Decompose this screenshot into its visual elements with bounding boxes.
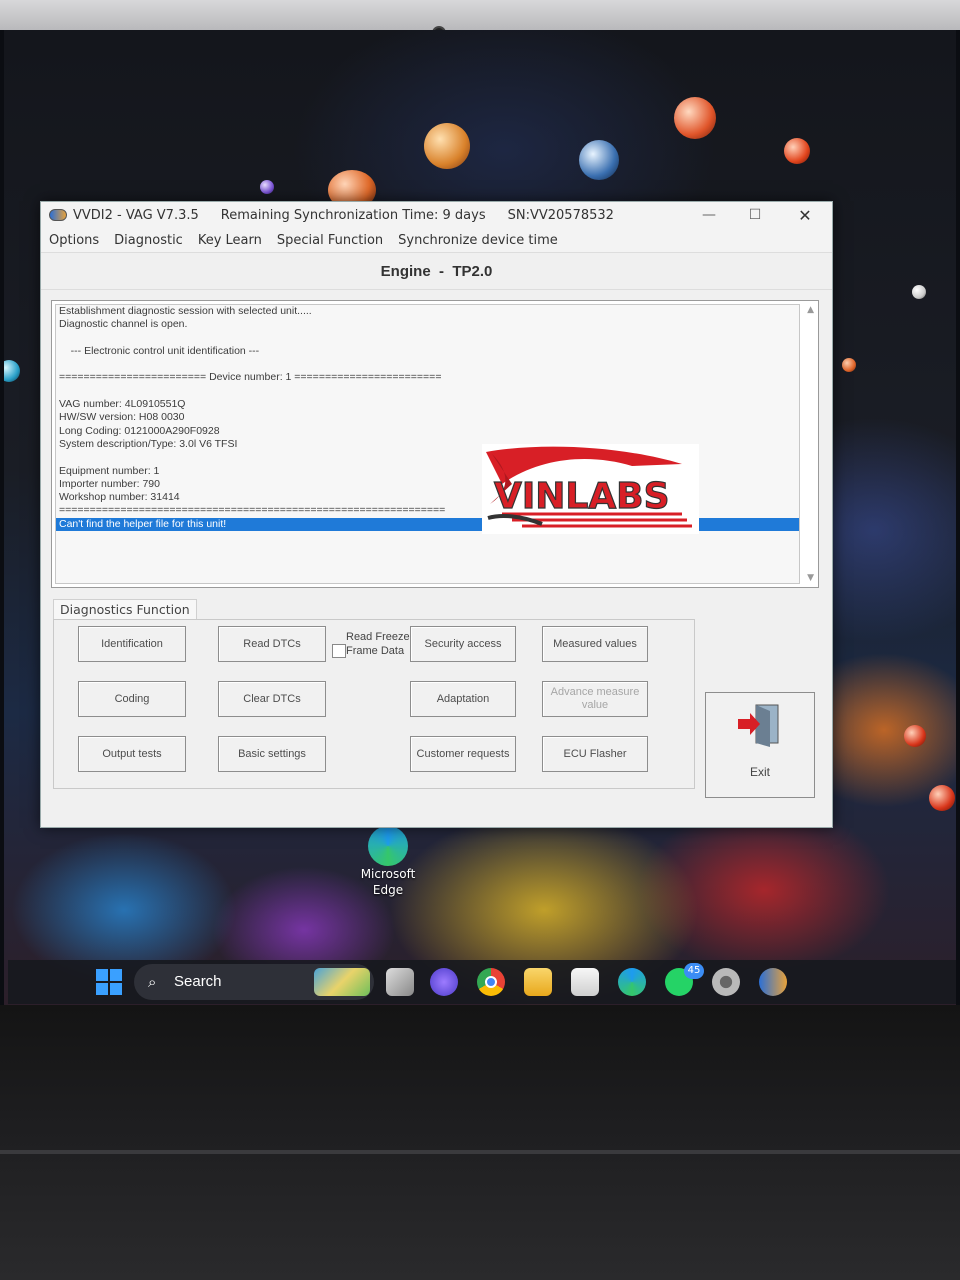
app-title: VVDI2 - VAG V7.3.5 [73, 207, 199, 223]
log-line[interactable]: ======================== Device number: … [56, 371, 799, 384]
exit-label: Exit [749, 765, 770, 779]
output-tests-button[interactable]: Output tests [78, 736, 186, 772]
wallpaper-marble [674, 97, 716, 139]
exit-door-icon [738, 704, 779, 747]
module-header: Engine - TP2.0 [41, 252, 832, 290]
wallpaper-marble [424, 123, 470, 169]
vvdi2-app-icon [49, 209, 67, 221]
scroll-down-arrow-icon[interactable]: ▼ [807, 573, 814, 583]
teams-chat-icon[interactable] [430, 968, 458, 996]
windows-start-icon[interactable] [96, 969, 122, 995]
watermark-text: VINLABS [494, 476, 670, 517]
laptop-bezel-top [0, 0, 960, 30]
customer-requests-button[interactable]: Customer requests [410, 736, 516, 772]
diagnostics-function-group: Diagnostics Function Identification Read… [49, 599, 695, 789]
identification-button[interactable]: Identification [78, 626, 186, 662]
read-freeze-frame-checkbox[interactable] [332, 644, 346, 658]
wallpaper-marble [842, 358, 856, 372]
menu-synchronize-device-time[interactable]: Synchronize device time [398, 233, 558, 248]
menu-key-learn[interactable]: Key Learn [198, 233, 262, 248]
log-line[interactable]: Diagnostic channel is open. [56, 318, 799, 331]
minimize-button[interactable]: — [687, 202, 731, 228]
weather-widget-icon[interactable] [314, 968, 370, 996]
close-button[interactable]: ✕ [783, 202, 827, 228]
diagnostics-buttons-panel: Identification Read DTCs Read Freeze Fra… [53, 619, 695, 789]
edge-icon[interactable] [618, 968, 646, 996]
microsoft-store-icon[interactable] [571, 968, 599, 996]
search-icon: ⌕ [148, 973, 157, 991]
wallpaper-marble [4, 360, 20, 382]
wallpaper-marble [929, 785, 955, 811]
adaptation-button[interactable]: Adaptation [410, 681, 516, 717]
log-line[interactable]: VAG number: 4L0910551Q [56, 398, 799, 411]
wallpaper-marble [784, 138, 810, 164]
vvdi2-app-icon[interactable] [759, 968, 787, 996]
log-line[interactable] [56, 358, 799, 371]
exit-button[interactable]: Exit [705, 692, 815, 798]
search-label: Search [174, 973, 222, 990]
log-line[interactable]: Long Coding: 0121000A290F0928 [56, 425, 799, 438]
menu-bar: Options Diagnostic Key Learn Special Fun… [41, 228, 832, 252]
basic-settings-button[interactable]: Basic settings [218, 736, 326, 772]
wallpaper-marble [579, 140, 619, 180]
vvdi2-window: VVDI2 - VAG V7.3.5 Remaining Synchroniza… [40, 201, 833, 828]
file-explorer-icon[interactable] [524, 968, 552, 996]
log-line[interactable]: Establishment diagnostic session with se… [56, 305, 799, 318]
coding-button[interactable]: Coding [78, 681, 186, 717]
taskbar: ⌕ Search 45 [8, 960, 956, 1004]
chrome-icon[interactable] [477, 968, 505, 996]
read-freeze-frame-label: Read Freeze Frame Data [346, 631, 410, 657]
wallpaper-marble [912, 285, 926, 299]
whatsapp-unread-badge: 45 [684, 963, 704, 979]
menu-options[interactable]: Options [49, 233, 99, 248]
maximize-button[interactable]: ☐ [733, 202, 777, 228]
menu-special-function[interactable]: Special Function [277, 233, 383, 248]
vinlabs-watermark-logo: VINLABS [482, 444, 699, 534]
scroll-up-arrow-icon[interactable]: ▲ [807, 305, 814, 315]
task-view-icon[interactable] [386, 968, 414, 996]
sync-status: Remaining Synchronization Time: 9 days [220, 207, 486, 223]
vinlabs-logo-graphic: VINLABS [486, 446, 692, 528]
log-line[interactable] [56, 332, 799, 345]
laptop-hinge-line [0, 1150, 960, 1154]
measured-values-button[interactable]: Measured values [542, 626, 648, 662]
ecu-flasher-button[interactable]: ECU Flasher [542, 736, 648, 772]
edge-icon [368, 826, 408, 866]
laptop-lower-bezel [0, 1005, 960, 1280]
read-dtcs-button[interactable]: Read DTCs [218, 626, 326, 662]
security-access-button[interactable]: Security access [410, 626, 516, 662]
wallpaper-marble [904, 725, 926, 747]
title-bar: VVDI2 - VAG V7.3.5 Remaining Synchroniza… [41, 202, 832, 228]
log-line[interactable]: HW/SW version: H08 0030 [56, 411, 799, 424]
settings-icon[interactable] [712, 968, 740, 996]
log-panel: Establishment diagnostic session with se… [51, 300, 819, 588]
wallpaper-marble [260, 180, 274, 194]
log-line[interactable] [56, 385, 799, 398]
clear-dtcs-button[interactable]: Clear DTCs [218, 681, 326, 717]
menu-diagnostic[interactable]: Diagnostic [114, 233, 183, 248]
diagnostics-function-label: Diagnostics Function [53, 599, 197, 620]
desktop-icon-label: Microsoft Edge [360, 867, 416, 897]
taskbar-search-box[interactable]: ⌕ Search [134, 964, 374, 1000]
advance-measure-value-button[interactable]: Advance measure value [542, 681, 648, 717]
serial-number: SN:VV20578532 [507, 207, 614, 223]
log-line[interactable]: --- Electronic control unit identificati… [56, 345, 799, 358]
desktop-icon-microsoft-edge[interactable]: Microsoft Edge [352, 826, 424, 898]
